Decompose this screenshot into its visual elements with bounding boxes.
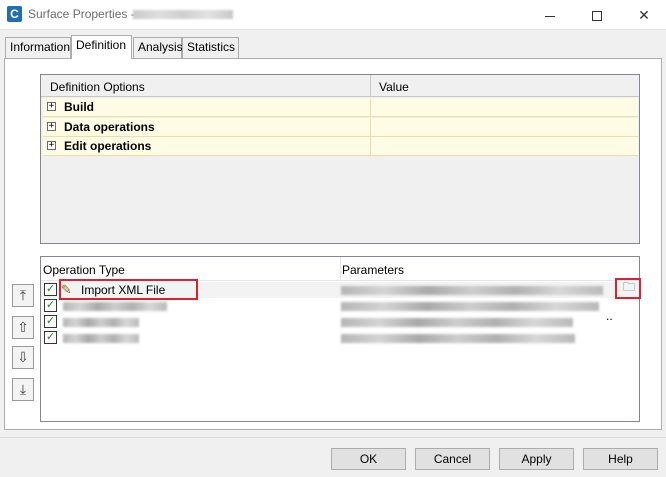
parameters-redacted bbox=[341, 286, 603, 295]
option-row-edit-operations[interactable]: + Edit operations bbox=[43, 137, 638, 156]
operation-checkbox[interactable]: ✓ bbox=[44, 331, 57, 344]
close-button[interactable]: ✕ bbox=[624, 2, 664, 28]
move-down-button[interactable]: ⇩ bbox=[12, 346, 34, 369]
expand-icon[interactable]: + bbox=[47, 122, 56, 131]
option-label: Build bbox=[64, 100, 94, 114]
help-button[interactable]: Help bbox=[583, 448, 658, 470]
column-header-value[interactable]: Value bbox=[379, 80, 409, 94]
move-to-top-icon: ⤒ bbox=[19, 287, 27, 303]
footer-divider bbox=[0, 437, 666, 438]
move-up-icon: ⇧ bbox=[17, 319, 29, 335]
operation-name-redacted bbox=[63, 302, 167, 311]
parameters-redacted bbox=[341, 334, 575, 343]
parameters-redacted bbox=[341, 302, 599, 311]
minimize-button[interactable] bbox=[530, 2, 570, 28]
column-header-parameters[interactable]: Parameters bbox=[342, 263, 404, 277]
option-row-build[interactable]: + Build bbox=[43, 98, 638, 117]
operation-checkbox[interactable]: ✓ bbox=[44, 299, 57, 312]
apply-button[interactable]: Apply bbox=[499, 448, 574, 470]
operation-checkbox[interactable]: ✓ bbox=[44, 283, 57, 296]
window-title: Surface Properties - bbox=[28, 7, 135, 21]
move-to-bottom-button[interactable]: ⤓ bbox=[12, 378, 34, 401]
expand-icon[interactable]: + bbox=[47, 141, 56, 150]
column-header-operation-type[interactable]: Operation Type bbox=[43, 263, 125, 277]
operation-row[interactable]: ✓ bbox=[41, 314, 639, 330]
move-to-top-button[interactable]: ⤒ bbox=[12, 284, 34, 307]
option-label: Edit operations bbox=[64, 139, 152, 153]
cancel-button[interactable]: Cancel bbox=[415, 448, 490, 470]
operations-header: Operation Type Parameters bbox=[41, 257, 639, 281]
option-row-data-operations[interactable]: + Data operations bbox=[43, 118, 638, 137]
column-header-definition-options[interactable]: Definition Options bbox=[50, 80, 145, 94]
operation-name-redacted bbox=[63, 318, 139, 327]
operation-name-redacted bbox=[63, 334, 139, 343]
maximize-icon bbox=[592, 11, 602, 22]
minimize-icon bbox=[545, 15, 555, 17]
column-divider[interactable] bbox=[370, 75, 371, 97]
title-bar: C Surface Properties - ✕ bbox=[0, 0, 666, 30]
move-up-button[interactable]: ⇧ bbox=[12, 316, 34, 339]
move-to-bottom-icon: ⤓ bbox=[19, 381, 27, 397]
column-divider[interactable] bbox=[340, 257, 341, 281]
highlight-import-xml bbox=[59, 279, 198, 300]
highlight-browse-button bbox=[615, 278, 641, 299]
tab-analysis[interactable]: Analysis bbox=[133, 37, 183, 58]
window-title-redacted bbox=[133, 10, 233, 19]
ok-button[interactable]: OK bbox=[331, 448, 406, 470]
operation-row[interactable]: ✓ bbox=[41, 330, 639, 346]
option-label: Data operations bbox=[64, 120, 155, 134]
expand-icon[interactable]: + bbox=[47, 102, 56, 111]
parameters-redacted bbox=[341, 318, 573, 327]
operations-list: Operation Type Parameters ✓ ✎ Import XML… bbox=[40, 256, 641, 422]
operation-checkbox[interactable]: ✓ bbox=[44, 315, 57, 328]
app-logo-icon: C bbox=[7, 6, 22, 22]
cell-divider bbox=[370, 137, 371, 156]
tab-definition[interactable]: Definition bbox=[71, 35, 132, 59]
maximize-button[interactable] bbox=[577, 2, 617, 28]
move-down-icon: ⇩ bbox=[17, 349, 29, 365]
tab-statistics[interactable]: Statistics bbox=[182, 37, 239, 58]
close-icon: ✕ bbox=[638, 7, 650, 23]
operation-row[interactable]: ✓ bbox=[41, 298, 639, 314]
definition-options-grid: Definition Options Value + Build + Data … bbox=[40, 74, 640, 244]
definition-options-header: Definition Options Value bbox=[41, 75, 639, 97]
cell-divider bbox=[370, 118, 371, 137]
cell-divider bbox=[370, 98, 371, 117]
tab-information[interactable]: Information bbox=[5, 37, 71, 58]
